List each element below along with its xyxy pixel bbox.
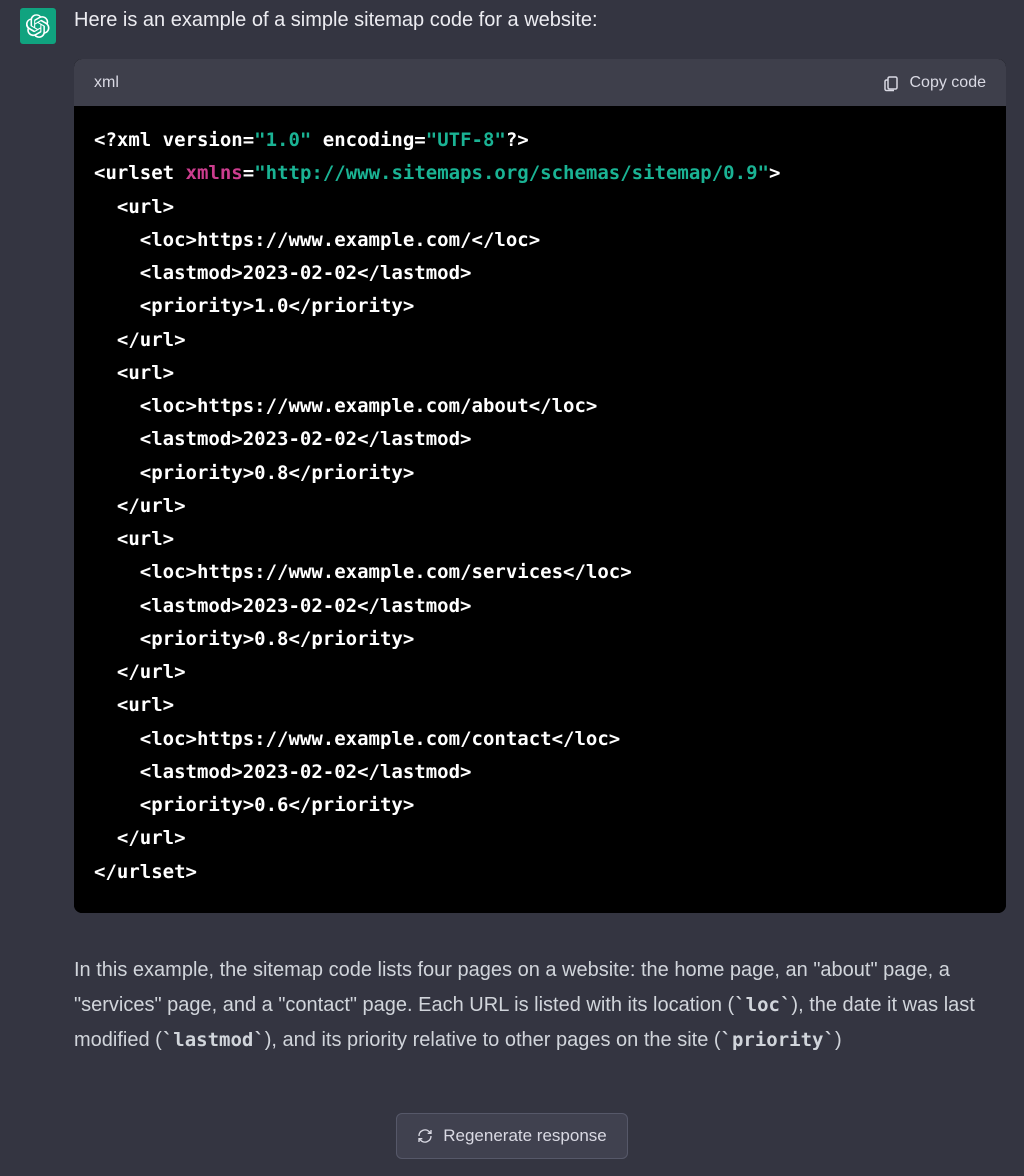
regenerate-button[interactable]: Regenerate response [396,1113,628,1159]
refresh-icon [417,1128,433,1144]
code-block: xml Copy code <?xml version="1.0" encodi… [74,59,1006,913]
intro-text: Here is an example of a simple sitemap c… [74,6,1006,35]
inline-code-lastmod: `lastmod` [162,1029,265,1051]
code-block-header: xml Copy code [74,59,1006,106]
regenerate-label: Regenerate response [443,1126,607,1146]
explanation-segment: ), and its priority relative to other pa… [265,1029,721,1051]
regenerate-bar: Regenerate response [0,1096,1024,1176]
explanation-segment: ) [835,1029,842,1051]
assistant-avatar [20,8,56,44]
openai-logo-icon [26,14,50,38]
clipboard-icon [882,74,900,92]
inline-code-priority: `priority` [721,1029,835,1051]
assistant-message-row: Here is an example of a simple sitemap c… [0,0,1024,1058]
explanation-text: In this example, the sitemap code lists … [74,953,1006,1058]
inline-code-loc: `loc` [734,994,791,1016]
code-language-label: xml [94,71,119,94]
copy-code-label: Copy code [910,74,987,92]
copy-code-button[interactable]: Copy code [882,74,987,92]
code-block-body[interactable]: <?xml version="1.0" encoding="UTF-8"?> <… [74,106,1006,913]
assistant-message-content: Here is an example of a simple sitemap c… [74,6,1012,1058]
